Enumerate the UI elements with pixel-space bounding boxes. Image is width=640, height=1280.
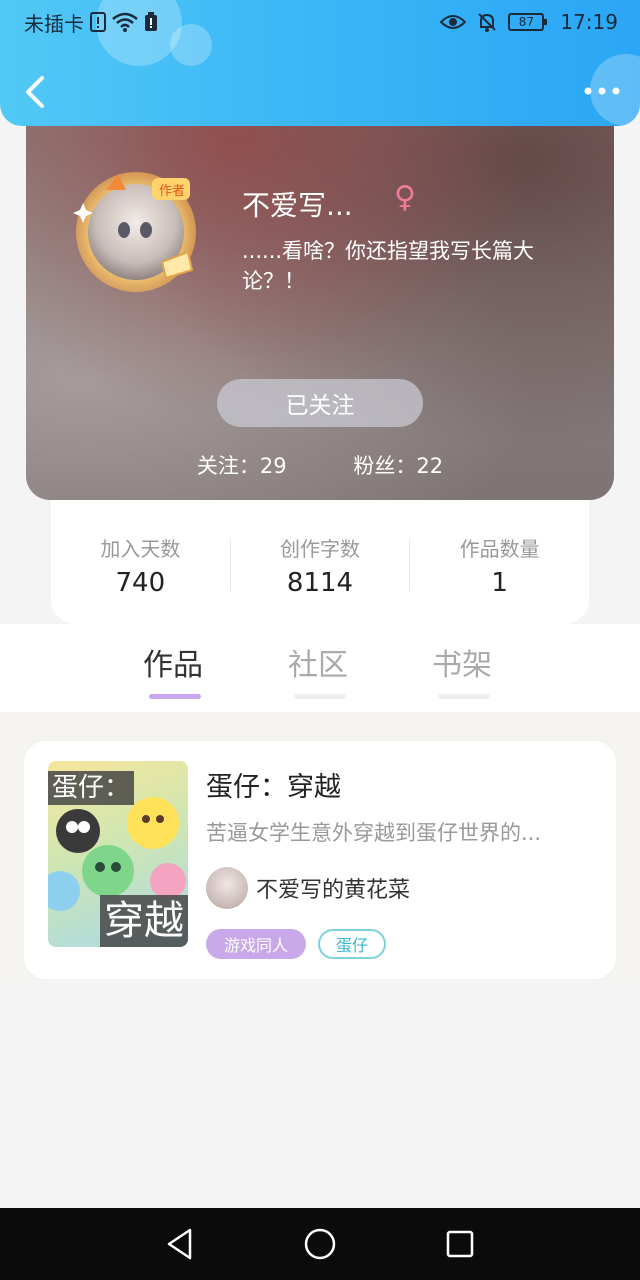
author-badge: 作者 — [158, 184, 185, 199]
battery-alert-icon — [145, 12, 157, 31]
tag-game-fanfic[interactable]: 游戏同人 — [206, 929, 307, 959]
tag-eggy[interactable]: 蛋仔 — [318, 929, 387, 959]
battery-indicator: 87 — [508, 13, 548, 31]
nav-recents-button[interactable] — [440, 1224, 480, 1264]
author-avatar — [206, 867, 248, 909]
profile-name: 不爱写... — [242, 189, 353, 222]
mute-bell-icon — [478, 13, 497, 32]
profile-card: 作者 不爱写... ♀ ......看啥？你还指望我写长篇大论？！ 已关注 关注… — [26, 100, 614, 500]
nav-home-button[interactable] — [300, 1224, 340, 1264]
triangle-back-icon — [167, 1228, 192, 1260]
profile-bio: ......看啥？你还指望我写长篇大论？！ — [242, 239, 535, 293]
system-nav-bar — [0, 1208, 640, 1280]
more-options-button[interactable] — [582, 78, 622, 104]
eye-comfort-icon — [440, 15, 467, 29]
tab-indicator — [294, 694, 346, 699]
sim-alert-icon — [90, 12, 106, 32]
wifi-icon — [112, 12, 138, 32]
status-bar: 未插卡 87 17:19 — [0, 0, 640, 44]
work-author[interactable]: 不爱写的黄花菜 — [206, 867, 410, 909]
chevron-left-icon — [26, 76, 44, 108]
square-recents-icon — [446, 1230, 474, 1258]
stat-join-days: 加入天数 740 — [51, 517, 230, 598]
stat-word-count: 创作字数 8114 — [231, 517, 410, 598]
gender-female-icon: ♀ — [394, 180, 416, 215]
cover-title-top: 蛋仔： — [48, 771, 135, 805]
work-description: 苦逼女学生意外穿越到蛋仔世界的... — [206, 821, 542, 845]
tab-community[interactable]: 社区 — [288, 640, 348, 684]
circle-home-icon — [304, 1228, 336, 1260]
header: 未插卡 87 17:19 — [0, 0, 640, 126]
stat-value: 1 — [491, 567, 508, 598]
fans-count[interactable]: 粉丝：22 — [353, 450, 443, 480]
followed-button[interactable]: 已关注 — [217, 379, 423, 427]
tag-row: 游戏同人 蛋仔 — [206, 929, 387, 959]
stat-value: 8114 — [286, 567, 354, 598]
stats-card: 加入天数 740 创作字数 8114 作品数量 1 — [51, 490, 589, 624]
tab-bookshelf[interactable]: 书架 — [432, 640, 492, 684]
author-name: 不爱写的黄花菜 — [256, 878, 411, 903]
back-button[interactable] — [18, 70, 58, 114]
follow-counts: 关注：29 粉丝：22 — [26, 450, 614, 480]
cover-title-bottom: 穿越 — [100, 895, 188, 947]
nav-back-button[interactable] — [160, 1224, 200, 1264]
work-title[interactable]: 蛋仔：穿越 — [206, 765, 341, 804]
avatar[interactable]: 作者 — [66, 160, 206, 300]
tab-works[interactable]: 作品 — [143, 640, 203, 684]
more-dots-icon — [584, 87, 620, 95]
tab-indicator — [438, 694, 490, 699]
stat-label: 作品数量 — [459, 536, 540, 561]
tab-indicator — [149, 694, 201, 699]
stat-value: 740 — [115, 567, 166, 598]
stat-label: 加入天数 — [100, 536, 181, 561]
clock-text: 17:19 — [560, 10, 618, 34]
tab-bar: 作品 社区 书架 — [0, 624, 640, 712]
work-cover[interactable]: 蛋仔： 穿越 — [48, 761, 188, 947]
carrier-text: 未插卡 — [24, 11, 84, 36]
following-count[interactable]: 关注：29 — [197, 450, 287, 480]
stat-works-count: 作品数量 1 — [410, 517, 589, 598]
stat-label: 创作字数 — [280, 536, 360, 561]
work-card[interactable]: 蛋仔： 穿越 蛋仔：穿越 苦逼女学生意外穿越到蛋仔世界的... 不爱写的黄花菜 … — [24, 741, 616, 979]
